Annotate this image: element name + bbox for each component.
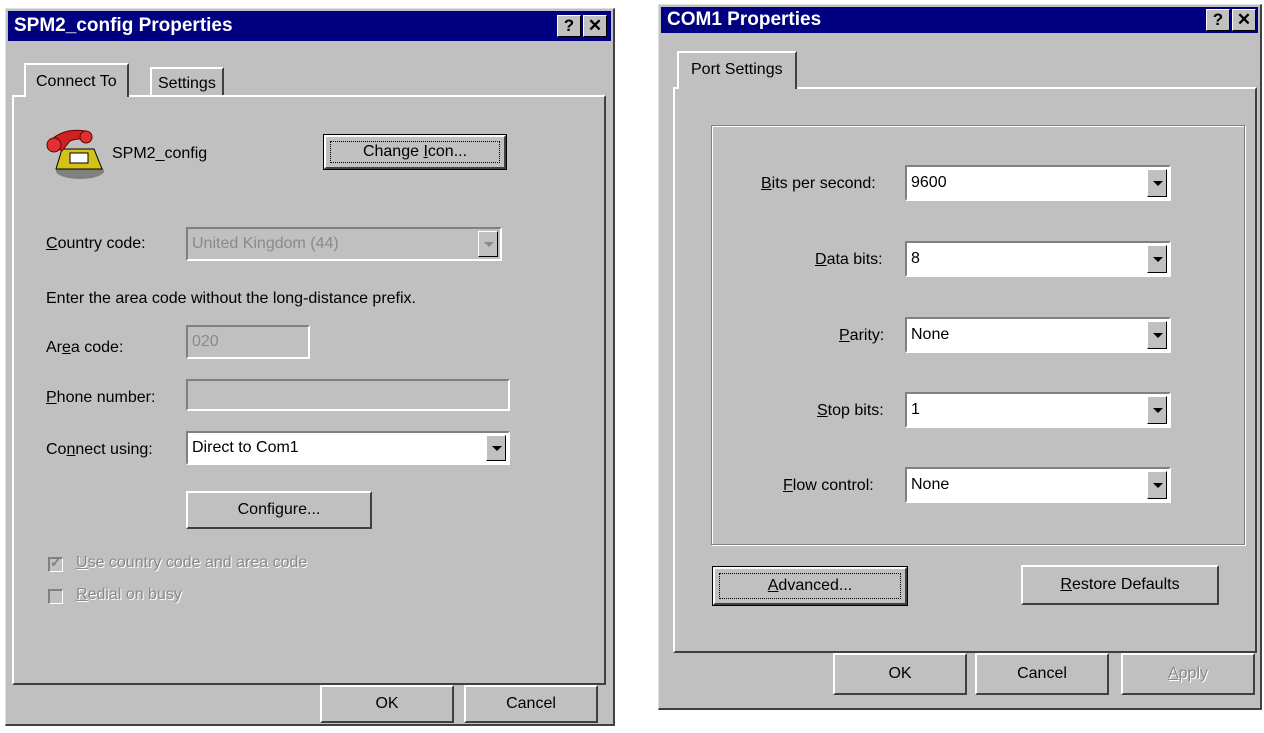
- apply-label: Apply: [1167, 665, 1209, 682]
- cancel-button[interactable]: Cancel: [464, 685, 598, 723]
- phone-number-label: Phone number:: [46, 389, 156, 406]
- cancel-button[interactable]: Cancel: [975, 653, 1109, 695]
- connect-using-select[interactable]: Direct to Com1: [186, 431, 510, 465]
- stop-bits-label: Stop bits:: [817, 402, 884, 419]
- country-code-select[interactable]: United Kingdom (44): [186, 227, 502, 261]
- tab-connect-to[interactable]: Connect To: [24, 63, 129, 97]
- chevron-down-icon[interactable]: [478, 231, 498, 257]
- spm2-config-properties-dialog: SPM2_config Properties ? ✕ Connect To Se…: [5, 8, 615, 726]
- parity-select[interactable]: None: [905, 317, 1171, 353]
- tab-port-settings[interactable]: Port Settings: [677, 51, 797, 89]
- flow-control-select[interactable]: None: [905, 467, 1171, 503]
- dialog2-title: COM1 Properties: [667, 9, 822, 30]
- country-code-value: United Kingdom (44): [192, 235, 339, 252]
- configure-label: Configure...: [237, 501, 321, 518]
- change-icon-button[interactable]: Change Icon...: [323, 134, 507, 170]
- area-code-label: Area code:: [46, 339, 124, 356]
- telephone-icon: [46, 129, 104, 179]
- data-bits-select[interactable]: 8: [905, 241, 1171, 277]
- dialog1-titlebar: SPM2_config Properties ? ✕: [8, 11, 611, 41]
- connect-using-label: Connect using:: [46, 441, 153, 458]
- tab-settings[interactable]: Settings: [150, 67, 224, 95]
- focus-rect: [719, 573, 901, 599]
- com1-properties-dialog: COM1 Properties ? ✕ Port Settings Bits p…: [658, 4, 1262, 710]
- ok-button[interactable]: OK: [320, 685, 454, 723]
- restore-defaults-label: Restore Defaults: [1060, 576, 1180, 593]
- area-code-instruction: Enter the area code without the long-dis…: [46, 290, 416, 307]
- use-country-code-label: Use country code and area code: [76, 554, 308, 571]
- bits-per-second-select[interactable]: 9600: [905, 165, 1171, 201]
- redial-on-busy-label: Redial on busy: [76, 586, 182, 603]
- bits-per-second-value: 9600: [911, 174, 947, 191]
- tab-port-settings-label: Port Settings: [691, 61, 783, 78]
- parity-label: Parity:: [839, 327, 885, 344]
- focus-rect: [330, 141, 500, 163]
- configure-button[interactable]: Configure...: [186, 491, 372, 529]
- apply-button[interactable]: Apply: [1121, 653, 1255, 695]
- close-button[interactable]: ✕: [583, 15, 607, 37]
- connect-using-value: Direct to Com1: [192, 439, 299, 456]
- chevron-down-icon[interactable]: [486, 435, 506, 461]
- connection-name-label: SPM2_config: [112, 145, 208, 162]
- chevron-down-icon[interactable]: [1147, 396, 1167, 424]
- help-button[interactable]: ?: [1206, 9, 1230, 31]
- stop-bits-select[interactable]: 1: [905, 392, 1171, 428]
- flow-control-value: None: [911, 476, 950, 493]
- dialog2-titlebar: COM1 Properties ? ✕: [661, 7, 1258, 33]
- country-code-label: Country code:: [46, 235, 146, 252]
- data-bits-label: Data bits:: [815, 251, 883, 268]
- chevron-down-icon[interactable]: [1147, 321, 1167, 349]
- flow-control-label: Flow control:: [783, 477, 874, 494]
- chevron-down-icon[interactable]: [1147, 169, 1167, 197]
- restore-defaults-button[interactable]: Restore Defaults: [1021, 565, 1219, 605]
- parity-value: None: [911, 326, 950, 343]
- tab-settings-label: Settings: [158, 75, 216, 92]
- help-button[interactable]: ?: [557, 15, 581, 37]
- area-code-input[interactable]: 020: [186, 325, 310, 359]
- dialog1-title: SPM2_config Properties: [14, 15, 233, 36]
- close-button[interactable]: ✕: [1232, 9, 1256, 31]
- stop-bits-value: 1: [911, 401, 920, 418]
- chevron-down-icon[interactable]: [1147, 471, 1167, 499]
- chevron-down-icon[interactable]: [1147, 245, 1167, 273]
- use-country-code-checkbox[interactable]: [48, 554, 63, 572]
- advanced-button[interactable]: Advanced...: [712, 566, 908, 606]
- tab-connect-to-label: Connect To: [36, 73, 117, 90]
- phone-number-input[interactable]: [186, 379, 510, 411]
- ok-button[interactable]: OK: [833, 653, 967, 695]
- bits-per-second-label: Bits per second:: [761, 175, 876, 192]
- data-bits-value: 8: [911, 250, 920, 267]
- redial-on-busy-checkbox[interactable]: [48, 589, 63, 604]
- area-code-value: 020: [192, 333, 219, 350]
